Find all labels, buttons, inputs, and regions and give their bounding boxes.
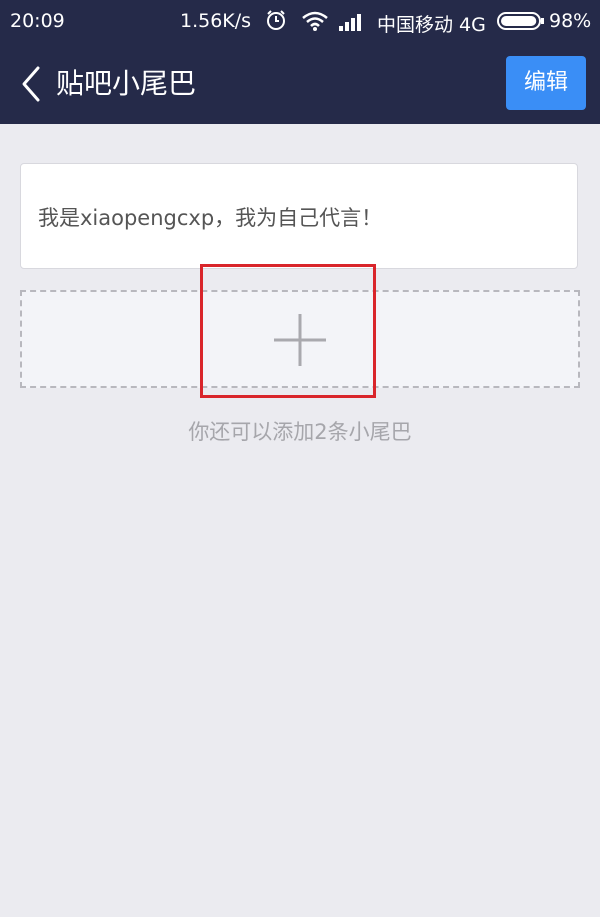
alarm-clock-icon xyxy=(267,10,285,30)
tail-text: 我是xiaopengcxp，我为自己代言！ xyxy=(38,206,383,230)
tail-card[interactable]: 我是xiaopengcxp，我为自己代言！ xyxy=(20,163,578,269)
cell-signal-icon xyxy=(339,14,361,31)
remaining-tails-hint: 你还可以添加2条小尾巴 xyxy=(188,420,412,444)
edit-button[interactable]: 编辑 xyxy=(506,56,586,110)
status-bar: 20:09 1.56K/s 中国移动 4G 98% xyxy=(0,0,600,44)
chevron-left-icon[interactable] xyxy=(18,64,44,104)
battery-fill xyxy=(501,16,537,26)
nav-bar: 贴吧小尾巴 编辑 xyxy=(0,44,600,124)
status-battery-percent: 98% xyxy=(549,10,592,32)
wifi-icon xyxy=(302,11,328,31)
status-net-speed: 1.56K/s xyxy=(180,10,252,32)
status-carrier: 中国移动 4G xyxy=(377,14,486,36)
battery-icon xyxy=(497,12,544,30)
page-title: 贴吧小尾巴 xyxy=(56,67,197,100)
plus-icon[interactable] xyxy=(272,312,328,368)
status-time: 20:09 xyxy=(10,10,65,32)
